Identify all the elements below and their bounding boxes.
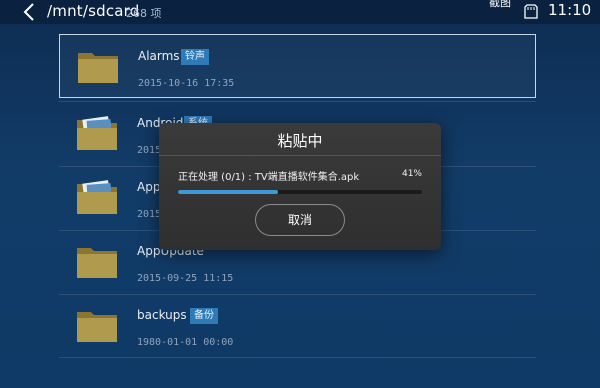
folder-icon bbox=[77, 180, 117, 214]
file-name: backups bbox=[137, 308, 187, 322]
file-badge: 备份 bbox=[190, 308, 218, 324]
folder-icon bbox=[78, 53, 118, 83]
progress-fill bbox=[178, 190, 279, 194]
dialog-title: 粘贴中 bbox=[277, 132, 323, 150]
progress-percent: 41% bbox=[401, 169, 422, 179]
file-date: 1980-01-01 00:00 bbox=[137, 337, 234, 348]
progress-status-text: 正在处理 (0/1) : TV端直播软件集合.apk bbox=[178, 172, 360, 183]
top-bar: /mnt/sdcard 268 项 截图 11:10 bbox=[0, 0, 600, 24]
item-count: 268 项 bbox=[126, 7, 162, 20]
folder-icon bbox=[77, 312, 117, 342]
file-row[interactable]: backups 备份 1980-01-01 00:00 bbox=[59, 294, 536, 358]
file-date: 2015-10-16 17:35 bbox=[138, 78, 235, 89]
folder-icon bbox=[77, 248, 117, 278]
cancel-button[interactable]: 取消 bbox=[255, 204, 345, 236]
file-date: 2015-09-25 11:15 bbox=[137, 273, 234, 284]
progress-bar bbox=[178, 190, 422, 194]
chevron-left-icon[interactable] bbox=[20, 1, 38, 23]
file-row[interactable]: Alarms 铃声 2015-10-16 17:35 bbox=[59, 34, 536, 98]
file-name: Alarms bbox=[138, 49, 180, 63]
dialog-divider bbox=[159, 155, 441, 156]
row-divider bbox=[59, 357, 536, 358]
screenshot-label: 截图 bbox=[489, 0, 511, 9]
paste-progress-dialog: 粘贴中 正在处理 (0/1) : TV端直播软件集合.apk 41% 取消 bbox=[159, 123, 441, 250]
file-badge: 铃声 bbox=[181, 49, 209, 65]
status-clock: 11:10 bbox=[548, 1, 592, 19]
folder-icon bbox=[77, 116, 117, 150]
sd-card-icon bbox=[524, 4, 538, 19]
